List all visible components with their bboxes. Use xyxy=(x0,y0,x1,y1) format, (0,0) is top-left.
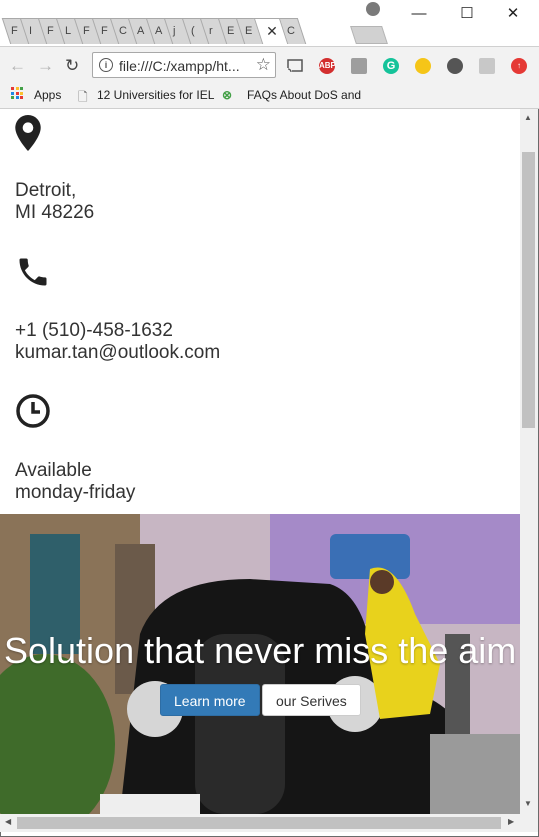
scroll-down-arrow-icon[interactable]: ▼ xyxy=(524,799,532,808)
drive-icon[interactable] xyxy=(351,58,367,74)
bookmark-faqs[interactable]: FAQs About DoS and xyxy=(247,88,361,102)
xbox-icon: ⊗ xyxy=(222,88,233,102)
address-line1: Detroit, xyxy=(15,180,77,201)
address: Detroit, MI 48226 xyxy=(15,180,94,224)
tab-strip: F I F L F F C A A j ( r E E ✕ C xyxy=(1,18,307,46)
forward-arrow-icon[interactable]: → xyxy=(37,56,54,76)
hours-line2: monday-friday xyxy=(15,482,136,503)
hero-heading: Solution that never miss the aim xyxy=(4,630,517,671)
browser-toolbar: ← → ↻ i file:///C:/xampp/ht... ☆ ABP G ↑ xyxy=(0,46,539,85)
grammarly-icon[interactable]: G xyxy=(383,58,399,74)
adblock-icon[interactable]: ABP xyxy=(319,58,336,74)
horizontal-scrollbar[interactable]: ◀ ▶ xyxy=(0,814,538,832)
title-bar: F I F L F F C A A j ( r E E ✕ C — ☐ ✕ xyxy=(0,0,539,46)
hours-line1: Available xyxy=(15,460,92,481)
extension-icon[interactable] xyxy=(415,58,431,74)
phone-icon xyxy=(19,258,47,286)
scroll-up-arrow-icon[interactable]: ▲ xyxy=(524,113,532,122)
bookmarks-bar: Apps 🗋 12 Universities for IEL ⊗ FAQs Ab… xyxy=(0,84,539,109)
map-marker-icon xyxy=(15,115,41,151)
clock-icon xyxy=(16,394,50,428)
info-icon[interactable]: i xyxy=(99,58,113,72)
url-text[interactable]: file:///C:/xampp/ht... xyxy=(119,58,240,74)
page-icon: 🗋 xyxy=(78,90,88,104)
reader-icon[interactable] xyxy=(479,58,495,74)
scroll-left-arrow-icon[interactable]: ◀ xyxy=(5,817,11,826)
phone-number: +1 (510)-458-1632 xyxy=(15,320,173,341)
minimize-button[interactable]: — xyxy=(404,4,434,24)
address-bar[interactable]: i file:///C:/xampp/ht... ☆ xyxy=(92,52,276,78)
cast-icon[interactable] xyxy=(287,59,303,73)
upload-icon[interactable]: ↑ xyxy=(511,58,527,74)
close-tab-icon[interactable]: ✕ xyxy=(266,23,278,40)
back-arrow-icon[interactable]: ← xyxy=(9,56,26,76)
vertical-scrollbar[interactable]: ▲ ▼ xyxy=(520,109,538,814)
web-page: Detroit, MI 48226 +1 (510)-458-1632 kuma… xyxy=(0,109,520,814)
close-window-button[interactable]: ✕ xyxy=(498,4,528,24)
our-services-button[interactable]: our Serives xyxy=(262,684,361,716)
film-icon[interactable] xyxy=(447,58,463,74)
address-line2: MI 48226 xyxy=(15,202,95,223)
reload-icon[interactable]: ↻ xyxy=(65,56,79,76)
scroll-right-arrow-icon[interactable]: ▶ xyxy=(508,817,514,826)
new-tab-button[interactable] xyxy=(350,26,388,44)
hero-banner: Solution that never miss the aim Learn m… xyxy=(0,514,520,814)
vertical-scroll-thumb[interactable] xyxy=(522,152,535,428)
learn-more-button[interactable]: Learn more xyxy=(160,684,260,716)
apps-grid-icon[interactable] xyxy=(11,87,23,99)
availability: Available monday-friday xyxy=(15,460,135,504)
bookmark-apps[interactable]: Apps xyxy=(34,88,61,102)
bookmark-universities[interactable]: 12 Universities for IEL xyxy=(97,88,214,102)
horizontal-scroll-thumb[interactable] xyxy=(17,817,501,829)
profile-icon[interactable] xyxy=(366,2,380,16)
contact-details: +1 (510)-458-1632 kumar.tan@outlook.com xyxy=(15,320,220,364)
bookmark-star-icon[interactable]: ☆ xyxy=(256,55,271,75)
email-address: kumar.tan@outlook.com xyxy=(15,342,221,363)
maximize-button[interactable]: ☐ xyxy=(452,4,482,24)
